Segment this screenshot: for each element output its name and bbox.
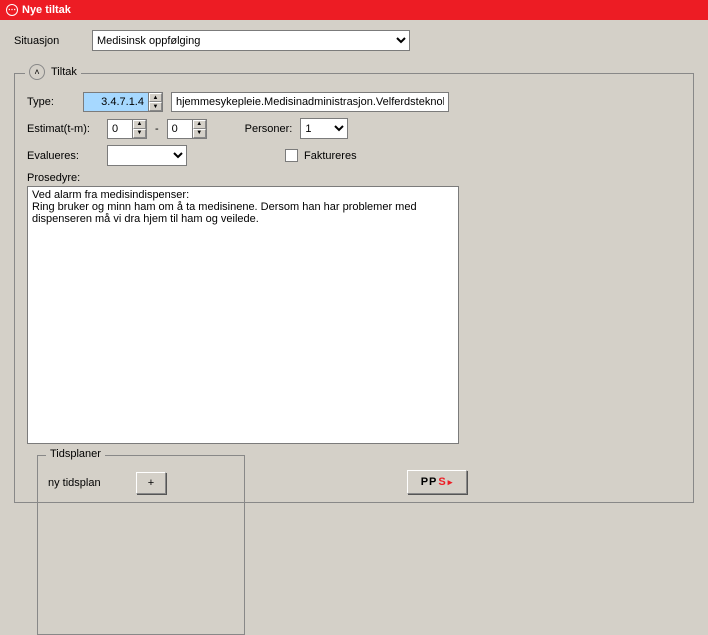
personer-select[interactable]: 1 [300,118,348,139]
form-left: Type: ▲ ▼ Estimat(t-m): ▲ ▼ [27,84,467,447]
faktureres-wrap: Faktureres [285,149,357,162]
pps-s: S [438,476,446,488]
type-code-input[interactable] [84,93,148,111]
play-icon: ▸ [448,477,454,488]
spin-up-icon[interactable]: ▲ [133,120,146,129]
dialog-body: Situasjon Medisinsk oppfølging ˄ Tiltak … [0,20,708,513]
window-title: Nye tiltak [22,4,71,16]
tidsplaner-legend: Tidsplaner [46,448,105,460]
tidsplaner-fieldset: Tidsplaner ny tidsplan + [37,455,245,635]
situasjon-row: Situasjon Medisinsk oppfølging [14,30,694,51]
estimat-to-input[interactable] [168,120,192,138]
tiltak-panel-title: Tiltak [51,66,77,78]
faktureres-checkbox[interactable] [285,149,298,162]
spin-up-icon[interactable]: ▲ [149,93,162,102]
title-bar: ⋯ Nye tiltak [0,0,708,20]
estimat-from-spinner[interactable]: ▲ ▼ [132,120,146,138]
prosedyre-label: Prosedyre: [27,172,80,184]
app-icon: ⋯ [6,4,18,16]
situasjon-label: Situasjon [14,35,84,47]
estimat-label: Estimat(t-m): [27,123,99,135]
evalueres-row: Evalueres: Faktureres [27,145,467,166]
chevron-up-icon: ˄ [34,67,39,77]
tiltak-panel-header: ˄ Tiltak [25,64,81,80]
estimat-separator: - [155,123,159,135]
type-code-spinner[interactable]: ▲ ▼ [148,93,162,111]
situasjon-select[interactable]: Medisinsk oppfølging [92,30,410,51]
add-tidsplan-button[interactable]: + [136,472,166,494]
estimat-from-input[interactable] [108,120,132,138]
type-row: Type: ▲ ▼ [27,92,467,112]
estimat-to-spinner[interactable]: ▲ ▼ [192,120,206,138]
spin-up-icon[interactable]: ▲ [193,120,206,129]
spin-down-icon[interactable]: ▼ [149,102,162,111]
prosedyre-textarea[interactable] [27,186,459,444]
collapse-button[interactable]: ˄ [29,64,45,80]
pps-button[interactable]: PPS▸ [407,470,467,494]
pps-pp: PP [421,476,438,488]
evalueres-label: Evalueres: [27,150,99,162]
ny-tidsplan-row: ny tidsplan + [48,472,234,494]
evalueres-select[interactable] [107,145,187,166]
prosedyre-block: Prosedyre: [27,172,467,447]
tiltak-panel: ˄ Tiltak Type: ▲ ▼ Estimat(t-m): [14,73,694,503]
type-code-field[interactable]: ▲ ▼ [83,92,163,112]
type-label: Type: [27,96,75,108]
estimat-to-field[interactable]: ▲ ▼ [167,119,207,139]
ny-tidsplan-label: ny tidsplan [48,477,128,489]
estimat-row: Estimat(t-m): ▲ ▼ - ▲ ▼ Personer: [27,118,467,139]
type-desc-input[interactable] [171,92,449,112]
personer-label: Personer: [245,123,293,135]
faktureres-label: Faktureres [304,150,357,162]
estimat-from-field[interactable]: ▲ ▼ [107,119,147,139]
form-right: Tidsplaner ny tidsplan + [37,447,245,635]
spin-down-icon[interactable]: ▼ [193,129,206,138]
spin-down-icon[interactable]: ▼ [133,129,146,138]
